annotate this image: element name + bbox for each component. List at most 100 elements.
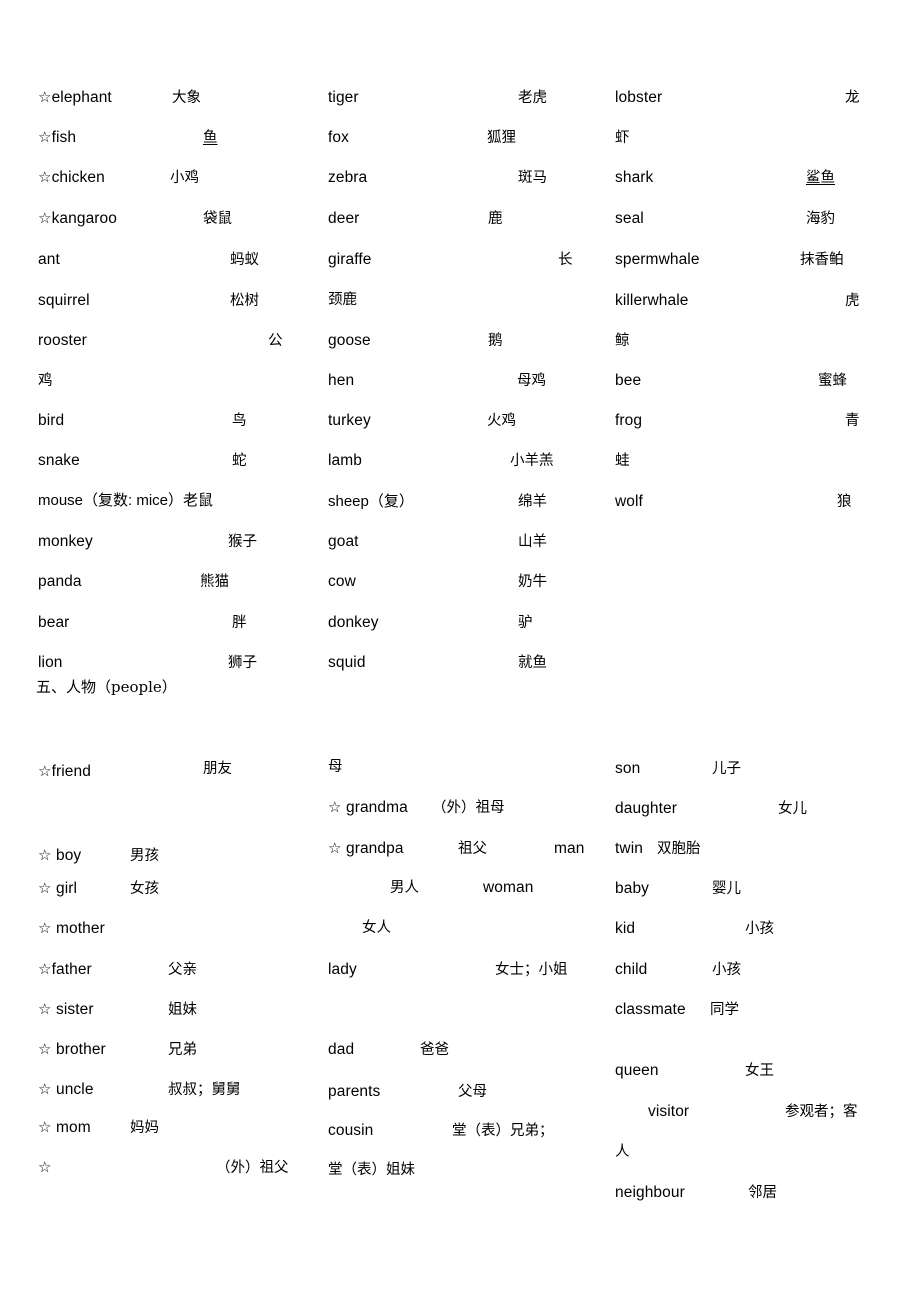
entry-gloss: 鸟 — [232, 413, 247, 429]
entry-word: parents — [328, 1083, 381, 1100]
entry-word: cousin — [328, 1122, 374, 1139]
star-icon: ☆ — [38, 919, 52, 937]
entry-gloss: 虾 — [615, 130, 630, 146]
entry-word: squid — [328, 654, 366, 671]
entry-gloss: 母鸡 — [517, 373, 546, 389]
star-icon: ☆ — [328, 839, 342, 857]
entry-gloss: 公 — [268, 333, 283, 349]
entry-word: ☆father — [38, 960, 92, 978]
entry-gloss: 长 — [558, 252, 573, 268]
entry-word: seal — [615, 210, 644, 227]
entry-gloss: 就鱼 — [518, 655, 547, 671]
entry-word: rooster — [38, 332, 87, 349]
entry-word: kid — [615, 920, 636, 937]
entry-gloss: （外）祖父 — [216, 1160, 289, 1176]
entry-gloss: 儿子 — [712, 761, 741, 777]
entry-gloss: 海豹 — [806, 211, 835, 227]
entry-gloss: 鹅 — [488, 333, 503, 349]
entry-gloss: 邻居 — [748, 1185, 777, 1201]
entry-word: ☆ boy — [38, 846, 82, 864]
star-icon: ☆ — [38, 168, 52, 186]
entry-word: classmate — [615, 1001, 686, 1018]
entry-gloss: 女士；小姐 — [495, 962, 568, 978]
entry-gloss: 狐狸 — [487, 130, 516, 146]
entry-word: snake — [38, 452, 80, 469]
entry-word: deer — [328, 210, 360, 227]
entry-gloss: 绵羊 — [518, 494, 547, 510]
entry-word: hen — [328, 372, 355, 389]
star-icon: ☆ — [38, 1000, 52, 1018]
entry-gloss: 父母 — [458, 1084, 487, 1100]
entry-word: ☆ mom — [38, 1118, 91, 1136]
entry-gloss: 狮子 — [228, 655, 257, 671]
entry-word: tiger — [328, 89, 359, 106]
entry-word: wolf — [615, 493, 643, 510]
entry-word: turkey — [328, 412, 371, 429]
entry-word: fox — [328, 129, 349, 146]
entry-gloss: 姐妹 — [168, 1002, 197, 1018]
entry-word: spermwhale — [615, 251, 700, 268]
entry-gloss: 胖 — [232, 615, 247, 631]
entry-word: zebra — [328, 169, 368, 186]
entry-word: donkey — [328, 614, 379, 631]
star-icon: ☆ — [38, 1080, 52, 1098]
entry-word: ☆ uncle — [38, 1080, 94, 1098]
document-page: ☆elephant 大象 ☆fish 鱼 ☆chicken 小鸡 ☆kangar… — [0, 0, 920, 1303]
entry-gloss: 山羊 — [518, 534, 547, 550]
entry-word: cow — [328, 573, 356, 590]
entry-gloss: 双胞胎 — [657, 841, 701, 857]
entry-gloss: （外）祖母 — [432, 800, 505, 816]
entry-gloss: 叔叔；舅舅 — [168, 1082, 241, 1098]
entry-gloss: 母 — [328, 759, 343, 775]
entry-gloss: 虎 — [845, 293, 860, 309]
entry-gloss: 鱼 — [203, 130, 218, 146]
entry-gloss: 鲸 — [615, 333, 630, 349]
entry-gloss: 小羊羔 — [510, 453, 554, 469]
section-heading-people: 五、人物（people） — [36, 678, 177, 696]
entry-word: dad — [328, 1041, 355, 1058]
entry-gloss: 蜜蜂 — [818, 373, 847, 389]
entry-word: ☆ mother — [38, 919, 105, 937]
entry-word: frog — [615, 412, 643, 429]
entry-gloss: 松树 — [230, 293, 259, 309]
entry-gloss: 猴子 — [228, 534, 257, 550]
star-icon: ☆ — [38, 1040, 52, 1058]
entry-word: ☆elephant — [38, 88, 112, 106]
entry-word: son — [615, 760, 641, 777]
entry-word: killerwhale — [615, 292, 689, 309]
entry-gloss: 妈妈 — [130, 1120, 159, 1136]
star-icon: ☆ — [38, 879, 52, 897]
entry-gloss: 驴 — [518, 615, 533, 631]
entry-word: bear — [38, 614, 70, 631]
entry-word: goose — [328, 332, 371, 349]
entry-gloss: 狼 — [837, 494, 852, 510]
entry-word: squirrel — [38, 292, 90, 309]
entry-gloss: 祖父 — [458, 841, 487, 857]
entry-word: monkey — [38, 533, 93, 550]
entry-gloss: 颈鹿 — [328, 292, 357, 308]
entry-gloss: 鲨鱼 — [806, 170, 835, 186]
entry-gloss: 爸爸 — [420, 1042, 449, 1058]
entry-gloss: 人 — [615, 1144, 630, 1160]
star-icon: ☆ — [38, 960, 52, 978]
entry-word: shark — [615, 169, 654, 186]
star-icon: ☆ — [38, 762, 52, 780]
entry-word: ☆ grandpa — [328, 839, 404, 857]
entry-gloss: 堂（表）兄弟； — [452, 1123, 554, 1139]
entry-gloss: 鸡 — [38, 373, 53, 389]
entry-word: ☆ girl — [38, 879, 78, 897]
entry-gloss: 女人 — [362, 920, 391, 936]
entry-gloss: 大象 — [172, 90, 201, 106]
entry-word: ☆friend — [38, 762, 91, 780]
entry-gloss: 女孩 — [130, 881, 159, 897]
entry-word: ☆ brother — [38, 1040, 106, 1058]
entry-gloss: 小孩 — [712, 962, 741, 978]
entry-gloss: 小鸡 — [170, 170, 199, 186]
entry-word: sheep（复） — [328, 493, 414, 510]
entry-gloss: 龙 — [845, 90, 860, 106]
entry-gloss: 蛇 — [232, 453, 247, 469]
entry-word: goat — [328, 533, 359, 550]
entry-word: twin — [615, 840, 643, 857]
entry-word: bird — [38, 412, 65, 429]
entry-word: ☆kangaroo — [38, 209, 117, 227]
